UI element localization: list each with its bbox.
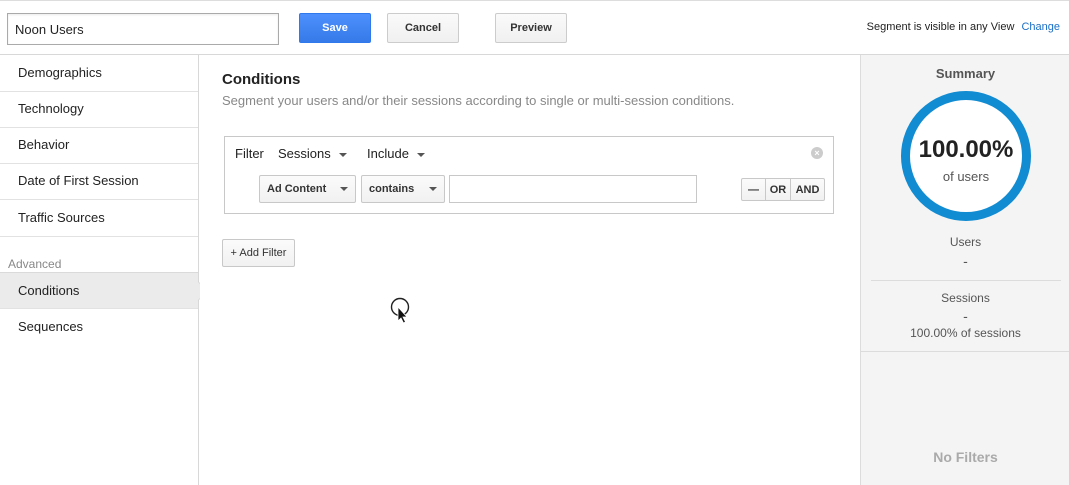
chevron-down-icon (340, 187, 348, 191)
dimension-dropdown-label: Ad Content (267, 183, 327, 195)
include-dropdown-label: Include (367, 146, 409, 161)
mouse-cursor-icon (390, 297, 410, 324)
visibility-text: Segment is visible in any View (866, 21, 1015, 33)
logic-button-group: — OR AND (741, 178, 825, 201)
scope-dropdown[interactable]: Sessions (278, 146, 347, 161)
sessions-label: Sessions (941, 291, 990, 305)
sidebar: Demographics Technology Behavior Date of… (0, 55, 208, 485)
filter-box: Filter Sessions Include × Ad Content con… (224, 136, 834, 214)
segment-name-input[interactable] (7, 13, 279, 45)
add-filter-button[interactable]: + Add Filter (222, 239, 295, 267)
filter-value-input[interactable] (449, 175, 697, 203)
remove-condition-button[interactable]: — (742, 179, 766, 200)
operator-dropdown-label: contains (369, 183, 415, 195)
sidebar-item-date-of-first-session[interactable]: Date of First Session (0, 163, 198, 200)
no-filters-text: No Filters (933, 449, 998, 465)
chevron-down-icon (338, 152, 347, 157)
change-link[interactable]: Change (1021, 21, 1060, 33)
page-subtitle: Segment your users and/or their sessions… (222, 93, 735, 108)
operator-dropdown[interactable]: contains (361, 175, 445, 203)
chevron-down-icon (416, 152, 425, 157)
sidebar-item-traffic-sources[interactable]: Traffic Sources (0, 200, 198, 237)
users-percentage: 100.00% (918, 136, 1014, 163)
sidebar-item-sequences[interactable]: Sequences (0, 309, 198, 346)
sessions-percentage: 100.00% of sessions (910, 326, 1021, 340)
top-bar: Save Cancel Preview Segment is visible i… (0, 0, 1069, 55)
chevron-down-icon (429, 187, 437, 191)
conditions-panel: Conditions Segment your users and/or the… (200, 55, 859, 485)
include-dropdown[interactable]: Include (367, 146, 425, 161)
scope-dropdown-label: Sessions (278, 146, 331, 161)
users-value: - (963, 253, 968, 269)
sessions-value: - (963, 308, 968, 324)
sidebar-item-demographics[interactable]: Demographics (0, 55, 198, 92)
summary-panel: Summary 100.00% of users Users - Session… (860, 55, 1069, 485)
users-percentage-label: of users (942, 169, 990, 184)
sidebar-item-behavior[interactable]: Behavior (0, 127, 198, 164)
visibility-info: Segment is visible in any View Change (867, 21, 1060, 33)
and-button[interactable]: AND (791, 179, 824, 200)
sidebar-section-advanced: Advanced (8, 257, 62, 271)
dimension-dropdown[interactable]: Ad Content (259, 175, 356, 203)
users-percentage-ring: 100.00% of users (901, 91, 1031, 221)
filter-label: Filter (235, 146, 264, 161)
sidebar-item-conditions[interactable]: Conditions (0, 272, 208, 309)
summary-divider (871, 280, 1061, 281)
or-button[interactable]: OR (766, 179, 791, 200)
preview-button[interactable]: Preview (495, 13, 567, 43)
sidebar-item-label: Conditions (18, 283, 80, 298)
cancel-button[interactable]: Cancel (387, 13, 459, 43)
summary-title: Summary (935, 66, 996, 81)
save-button[interactable]: Save (299, 13, 371, 43)
close-icon[interactable]: × (811, 147, 823, 159)
users-label: Users (949, 235, 982, 249)
sidebar-item-technology[interactable]: Technology (0, 91, 198, 128)
page-title: Conditions (222, 71, 301, 88)
summary-divider (861, 351, 1069, 352)
